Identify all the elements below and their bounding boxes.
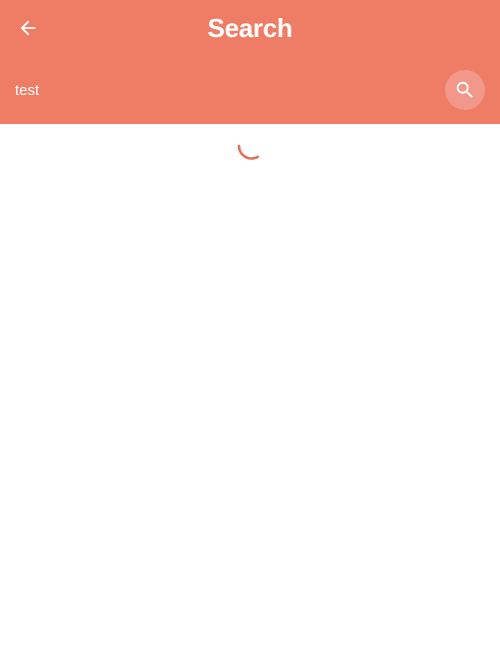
app-bar: Search [0,0,500,124]
search-input[interactable] [15,78,425,102]
back-button[interactable] [12,12,44,44]
search-icon [456,81,473,98]
search-screen: Search [0,0,500,657]
search-button[interactable] [445,70,485,110]
loading-spinner [237,144,266,160]
page-title: Search [207,13,293,43]
arrow-left-icon [20,20,36,36]
